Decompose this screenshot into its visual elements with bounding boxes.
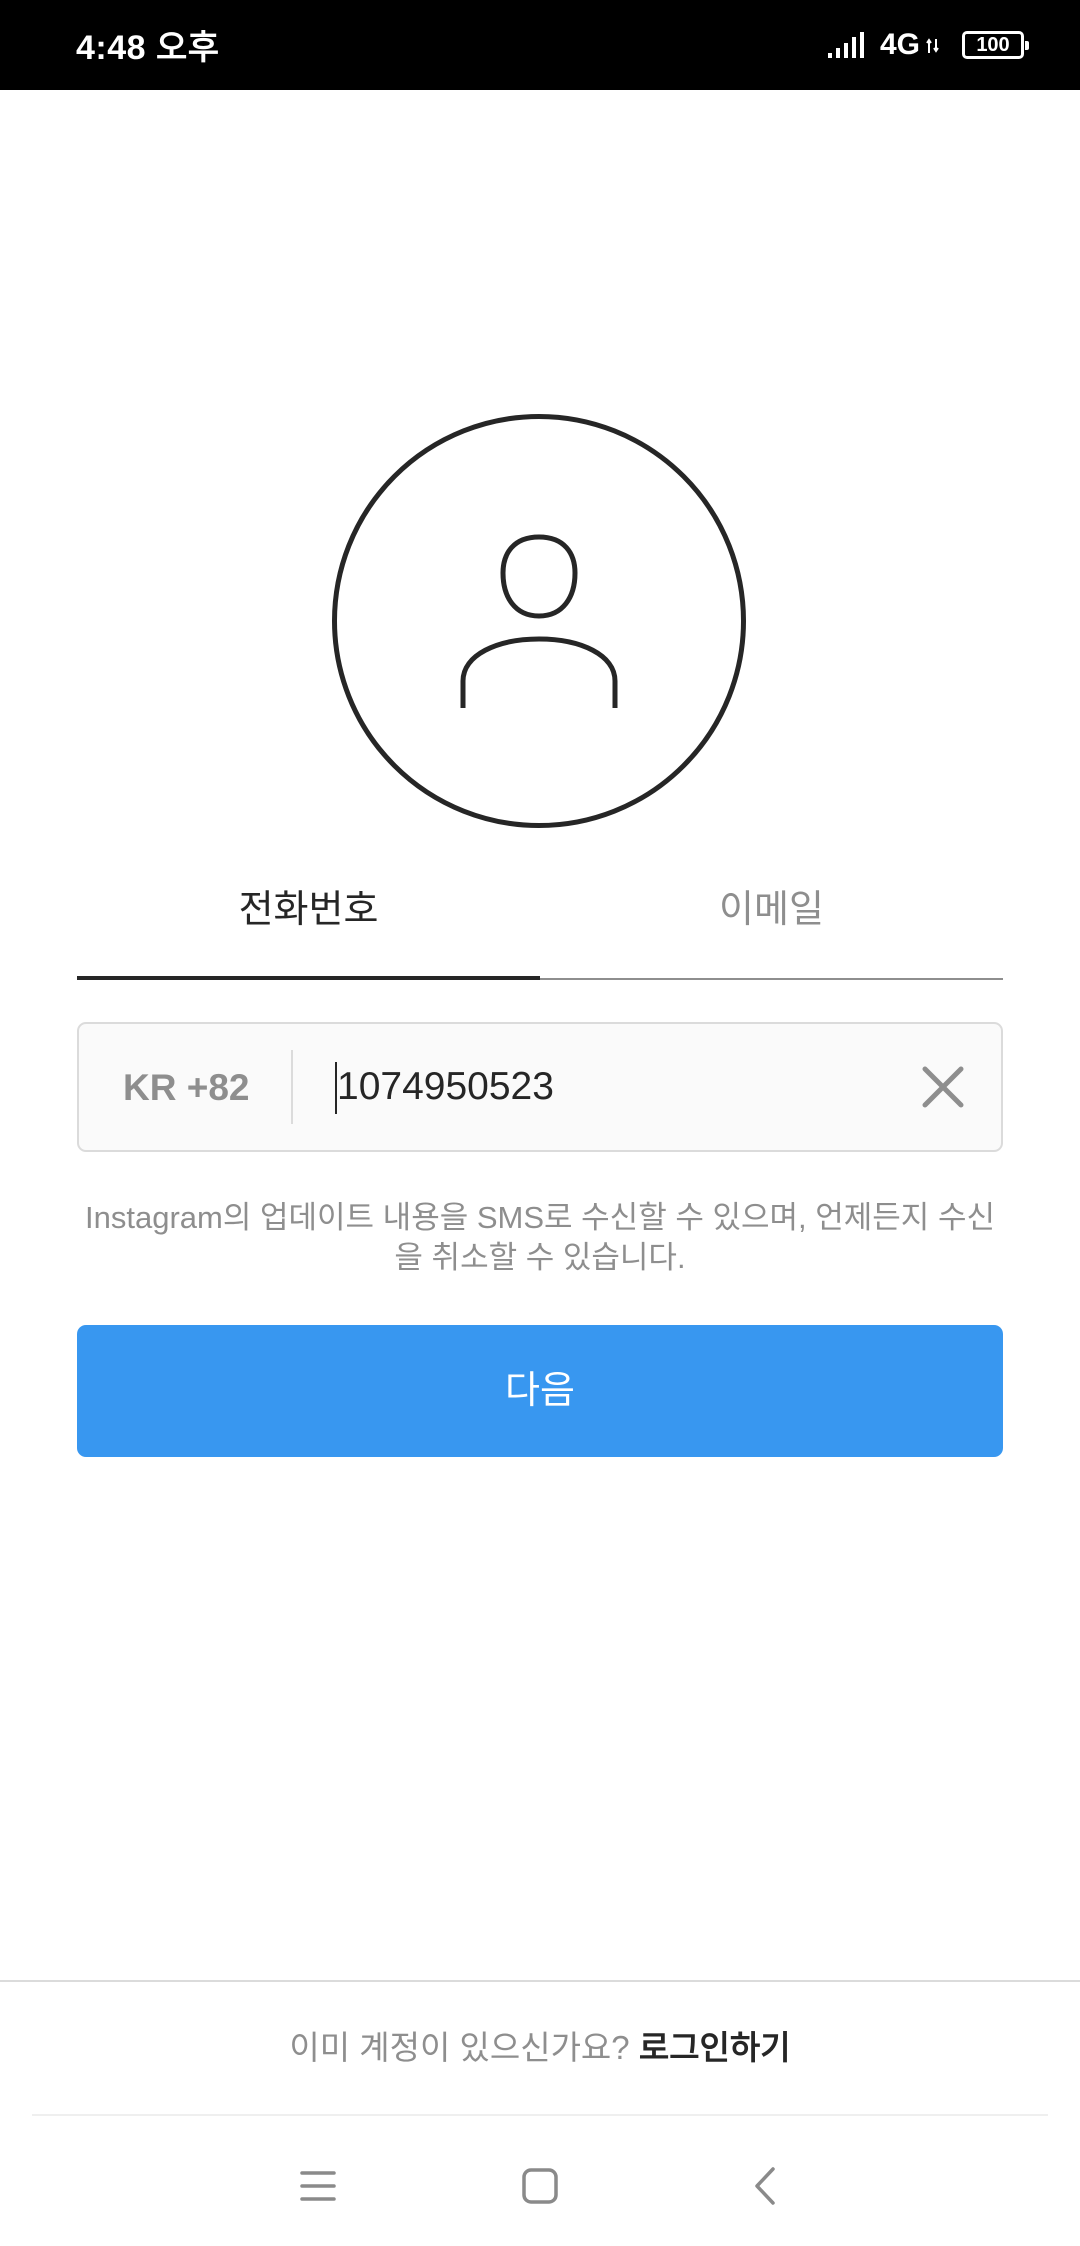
system-nav-bar: [0, 2116, 1080, 2246]
home-icon: [522, 2168, 558, 2204]
phone-field: KR +82: [77, 1022, 1003, 1152]
status-indicators: 4G 100: [827, 0, 1029, 90]
signal-icon: [827, 32, 864, 58]
login-link[interactable]: 로그인하기: [639, 2029, 791, 2066]
status-time: 4:48 오후: [76, 29, 220, 67]
next-button[interactable]: 다음: [77, 1325, 1003, 1457]
tab-email-label: 이메일: [719, 889, 824, 931]
clear-input-button[interactable]: [911, 1055, 975, 1119]
tab-phone-underline: [77, 976, 540, 980]
login-prompt-text: 이미 계정이 있으신가요?: [289, 2029, 639, 2066]
country-code-selector[interactable]: KR +82: [123, 1024, 249, 1150]
login-prompt: 이미 계정이 있으신가요? 로그인하기: [0, 1982, 1080, 2112]
tab-phone[interactable]: 전화번호: [77, 870, 540, 980]
tab-phone-label: 전화번호: [238, 889, 379, 931]
close-icon: [922, 1066, 964, 1108]
back-button[interactable]: [727, 2146, 807, 2226]
menu-button[interactable]: [278, 2146, 358, 2226]
signup-method-tabs: 전화번호 이메일: [77, 870, 1003, 980]
text-cursor: [335, 1062, 337, 1114]
network-arrows-icon: [926, 38, 939, 53]
status-bar: 4:48 오후 4G 100: [0, 0, 1080, 90]
tab-email-underline: [540, 978, 1003, 980]
network-type: 4G: [879, 28, 920, 61]
home-button[interactable]: [500, 2146, 580, 2226]
user-silhouette-icon: [460, 534, 618, 708]
back-icon: [755, 2167, 775, 2205]
phone-number-input[interactable]: [337, 1024, 897, 1150]
sms-consent-note: Instagram의 업데이트 내용을 SMS로 수신할 수 있으며, 언제든지…: [85, 1200, 995, 1275]
battery-level: 100: [976, 34, 1010, 56]
battery-icon: 100: [962, 31, 1029, 59]
avatar-placeholder: [332, 414, 746, 828]
menu-icon: [300, 2171, 336, 2201]
tab-email[interactable]: 이메일: [540, 870, 1003, 980]
field-divider: [291, 1050, 293, 1124]
